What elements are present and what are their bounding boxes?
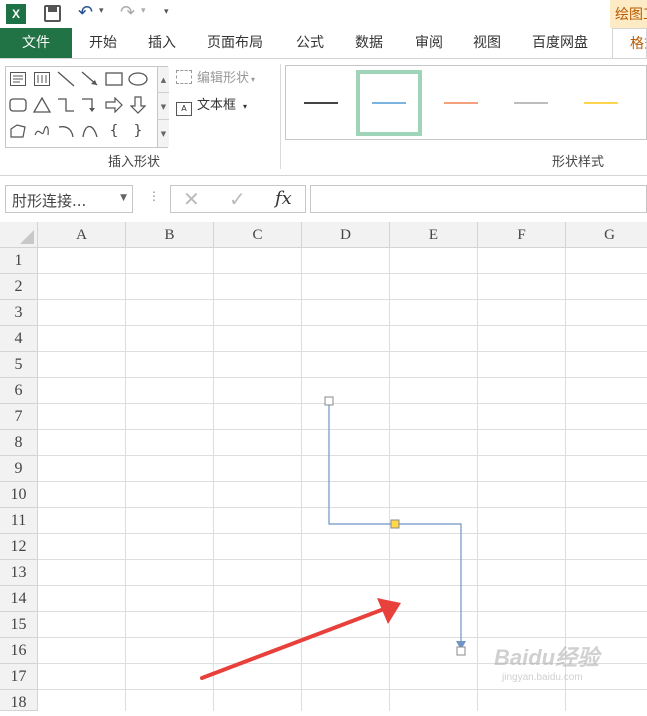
- shapes-overlay: [200, 396, 466, 680]
- annotation-arrow-shaft: [200, 607, 386, 680]
- baidu-watermark: Baidu经验 jingyan.baidu.com: [494, 640, 599, 683]
- connector-end-handle[interactable]: [456, 646, 466, 656]
- connector-start-handle[interactable]: [324, 396, 334, 406]
- watermark-text: Baidu经验: [494, 645, 600, 670]
- connector-adjust-handle[interactable]: [390, 519, 400, 529]
- watermark-subtext: jingyan.baidu.com: [502, 672, 583, 683]
